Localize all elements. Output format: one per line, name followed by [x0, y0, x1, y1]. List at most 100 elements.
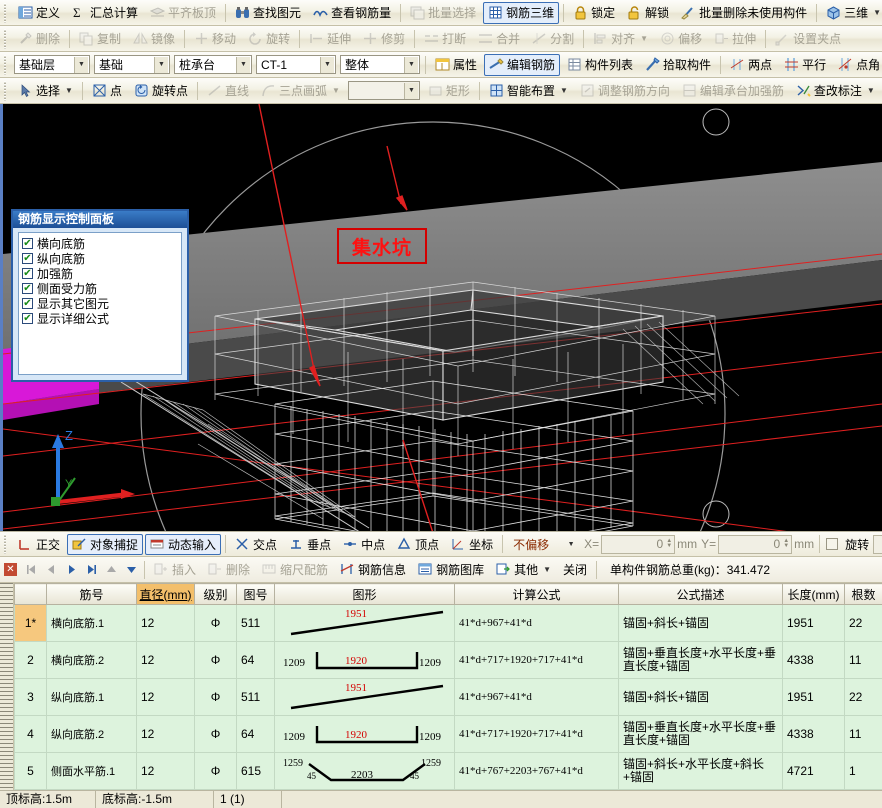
- chevron-down-icon[interactable]: ▼: [873, 8, 881, 17]
- floor-select[interactable]: 基础层 ▼: [14, 55, 90, 74]
- rebar-table[interactable]: 筋号 直径(mm) 级别 图号 图形 计算公式 公式描述 长度(mm) 根数 1…: [14, 583, 882, 790]
- cell-formula[interactable]: 41*d+967+41*d: [455, 605, 619, 642]
- cell-count[interactable]: 22: [845, 605, 882, 642]
- chevron-down-icon[interactable]: ▼: [320, 57, 334, 73]
- status-button-perpendicular[interactable]: 垂点: [284, 534, 336, 555]
- toolbar-button-rectangle[interactable]: 矩形: [423, 80, 475, 102]
- toolbar-button-move[interactable]: 移动: [189, 28, 241, 50]
- cell-length[interactable]: 4721: [783, 753, 845, 790]
- status-button-dynamic-input[interactable]: 动态输入: [145, 534, 221, 555]
- chevron-down-icon[interactable]: ▼: [332, 86, 340, 95]
- rebar-display-control-panel[interactable]: 钢筋显示控制面板 ✔ 横向底筋 ✔ 纵向底筋 ✔ 加强筋 ✔ 侧面受力筋: [11, 209, 189, 382]
- toolbar-button-align[interactable]: 对齐 ▼: [588, 28, 653, 50]
- cell-shape[interactable]: 1951: [275, 679, 455, 716]
- checkbox-checked-icon[interactable]: ✔: [22, 253, 33, 264]
- th-grade[interactable]: 级别: [195, 584, 237, 605]
- nav-last-button[interactable]: [81, 560, 101, 580]
- component-select[interactable]: CT-1 ▼: [256, 55, 336, 74]
- cell-length[interactable]: 1951: [783, 679, 845, 716]
- toolbar-button-line[interactable]: 直线: [202, 80, 254, 102]
- nav-down-button[interactable]: [121, 560, 141, 580]
- toolbar-button-trim[interactable]: 修剪: [358, 28, 410, 50]
- rebarbar-button-scale-rebar[interactable]: 缩尺配筋: [257, 559, 333, 581]
- rebarbar-button-rebar-info[interactable]: 钢筋信息: [335, 559, 411, 581]
- rotate-input[interactable]: 0.000 ▲▼: [873, 535, 882, 554]
- toolbar-button-rebar-3d[interactable]: 钢筋三维: [483, 2, 559, 24]
- cell-count[interactable]: 1: [845, 753, 882, 790]
- cell-rebar-name[interactable]: 纵向底筋.2: [47, 716, 137, 753]
- th-diameter[interactable]: 直径(mm): [137, 584, 195, 605]
- toolbar-button-set-grip[interactable]: 设置夹点: [770, 28, 846, 50]
- toolbar-button-split[interactable]: 分割: [527, 28, 579, 50]
- cell-grade[interactable]: Φ: [195, 679, 237, 716]
- cell-formula[interactable]: 41*d+767+2203+767+41*d: [455, 753, 619, 790]
- chevron-down-icon[interactable]: ▼: [236, 57, 250, 73]
- cell-diameter[interactable]: 12: [137, 642, 195, 679]
- toolbar-grip[interactable]: [3, 55, 9, 75]
- cell-formula[interactable]: 41*d+717+1920+717+41*d: [455, 642, 619, 679]
- status-button-vertex[interactable]: 顶点: [392, 534, 444, 555]
- toolbar-button-pick-component[interactable]: 拾取构件: [640, 54, 716, 76]
- chevron-down-icon[interactable]: ▼: [543, 565, 551, 574]
- th-rebar-name[interactable]: 筋号: [47, 584, 137, 605]
- status-button-coordinate[interactable]: 坐标: [446, 534, 498, 555]
- cell-count[interactable]: 22: [845, 679, 882, 716]
- toolbar-button-align-slab-top[interactable]: 平齐板顶: [145, 2, 221, 24]
- cell-grade[interactable]: Φ: [195, 753, 237, 790]
- toolbar-button-select[interactable]: 选择 ▼: [13, 80, 78, 102]
- spinner-arrows-icon[interactable]: ▲▼: [783, 539, 789, 549]
- toolbar-button-view-rebar-qty[interactable]: 查看钢筋量: [308, 2, 396, 24]
- status-button-object-snap[interactable]: 对象捕捉: [67, 534, 143, 555]
- status-button-midpoint[interactable]: 中点: [338, 534, 390, 555]
- cell-description[interactable]: 锚固+斜长+锚固: [619, 679, 783, 716]
- checkbox-checked-icon[interactable]: ✔: [22, 238, 33, 249]
- toolbar-button-extend[interactable]: 延伸: [304, 28, 356, 50]
- toolbar-button-parallel[interactable]: 平行: [779, 54, 831, 76]
- panel-checkbox-row[interactable]: ✔ 纵向底筋: [22, 251, 181, 266]
- cell-length[interactable]: 4338: [783, 642, 845, 679]
- cell-grade[interactable]: Φ: [195, 716, 237, 753]
- checkbox-checked-icon[interactable]: ✔: [22, 283, 33, 294]
- toolbar-button-unlock[interactable]: 解锁: [622, 2, 674, 24]
- toolbar-button-3d-view[interactable]: 三维 ▼: [821, 2, 882, 24]
- th-formula[interactable]: 计算公式: [455, 584, 619, 605]
- rebarbar-button-insert[interactable]: 插入: [149, 559, 201, 581]
- rotate-checkbox[interactable]: [826, 538, 838, 550]
- status-button-ortho[interactable]: 正交: [13, 534, 65, 555]
- toolbar-button-batch-delete-unused[interactable]: 批量删除未使用构件: [676, 2, 812, 24]
- cell-figure-no[interactable]: 511: [237, 679, 275, 716]
- cell-figure-no[interactable]: 615: [237, 753, 275, 790]
- table-row[interactable]: 3 纵向底筋.1 12 Φ 511 1951 41*d+967+41*d 锚固+…: [15, 679, 882, 716]
- th-shape[interactable]: 图形: [275, 584, 455, 605]
- cell-rebar-name[interactable]: 纵向底筋.1: [47, 679, 137, 716]
- th-length[interactable]: 长度(mm): [783, 584, 845, 605]
- checkbox-checked-icon[interactable]: ✔: [22, 298, 33, 309]
- cell-formula[interactable]: 41*d+967+41*d: [455, 679, 619, 716]
- table-row[interactable]: 4 纵向底筋.2 12 Φ 64 1209 1920 1209 41*d+717…: [15, 716, 882, 753]
- toolbar-grip[interactable]: [3, 81, 9, 101]
- cell-grade[interactable]: Φ: [195, 605, 237, 642]
- nav-prev-button[interactable]: [41, 560, 61, 580]
- cell-description[interactable]: 锚固+斜长+水平长度+斜长+锚固: [619, 753, 783, 790]
- toolbar-button-copy[interactable]: 复制: [74, 28, 126, 50]
- cell-count[interactable]: 11: [845, 642, 882, 679]
- x-input[interactable]: 0 ▲▼: [601, 535, 675, 554]
- table-row[interactable]: 2 横向底筋.2 12 Φ 64 1209 1920 1209 41*d+717…: [15, 642, 882, 679]
- rebarbar-button-rebar-library[interactable]: 钢筋图库: [413, 559, 489, 581]
- cell-diameter[interactable]: 12: [137, 679, 195, 716]
- cell-rownum[interactable]: 1*: [15, 605, 47, 642]
- toolbar-button-point-angle[interactable]: 点角 ▼: [833, 54, 882, 76]
- toolbar-button-smart-layout[interactable]: 智能布置 ▼: [484, 80, 573, 102]
- offset-mode-select[interactable]: 不偏移 ▼: [508, 535, 580, 554]
- cell-diameter[interactable]: 12: [137, 716, 195, 753]
- cell-rownum[interactable]: 3: [15, 679, 47, 716]
- panel-checkbox-row[interactable]: ✔ 加强筋: [22, 266, 181, 281]
- chevron-down-icon[interactable]: ▼: [560, 86, 568, 95]
- cell-figure-no[interactable]: 64: [237, 642, 275, 679]
- table-row[interactable]: 5 侧面水平筋.1 12 Φ 615 1259 45 2203 45 1259: [15, 753, 882, 790]
- cell-rebar-name[interactable]: 横向底筋.1: [47, 605, 137, 642]
- cell-rebar-name[interactable]: 横向底筋.2: [47, 642, 137, 679]
- toolbar-button-point[interactable]: 点: [87, 80, 127, 102]
- blank-combo[interactable]: ▼: [348, 81, 420, 100]
- toolbar-button-offset[interactable]: 偏移: [655, 28, 707, 50]
